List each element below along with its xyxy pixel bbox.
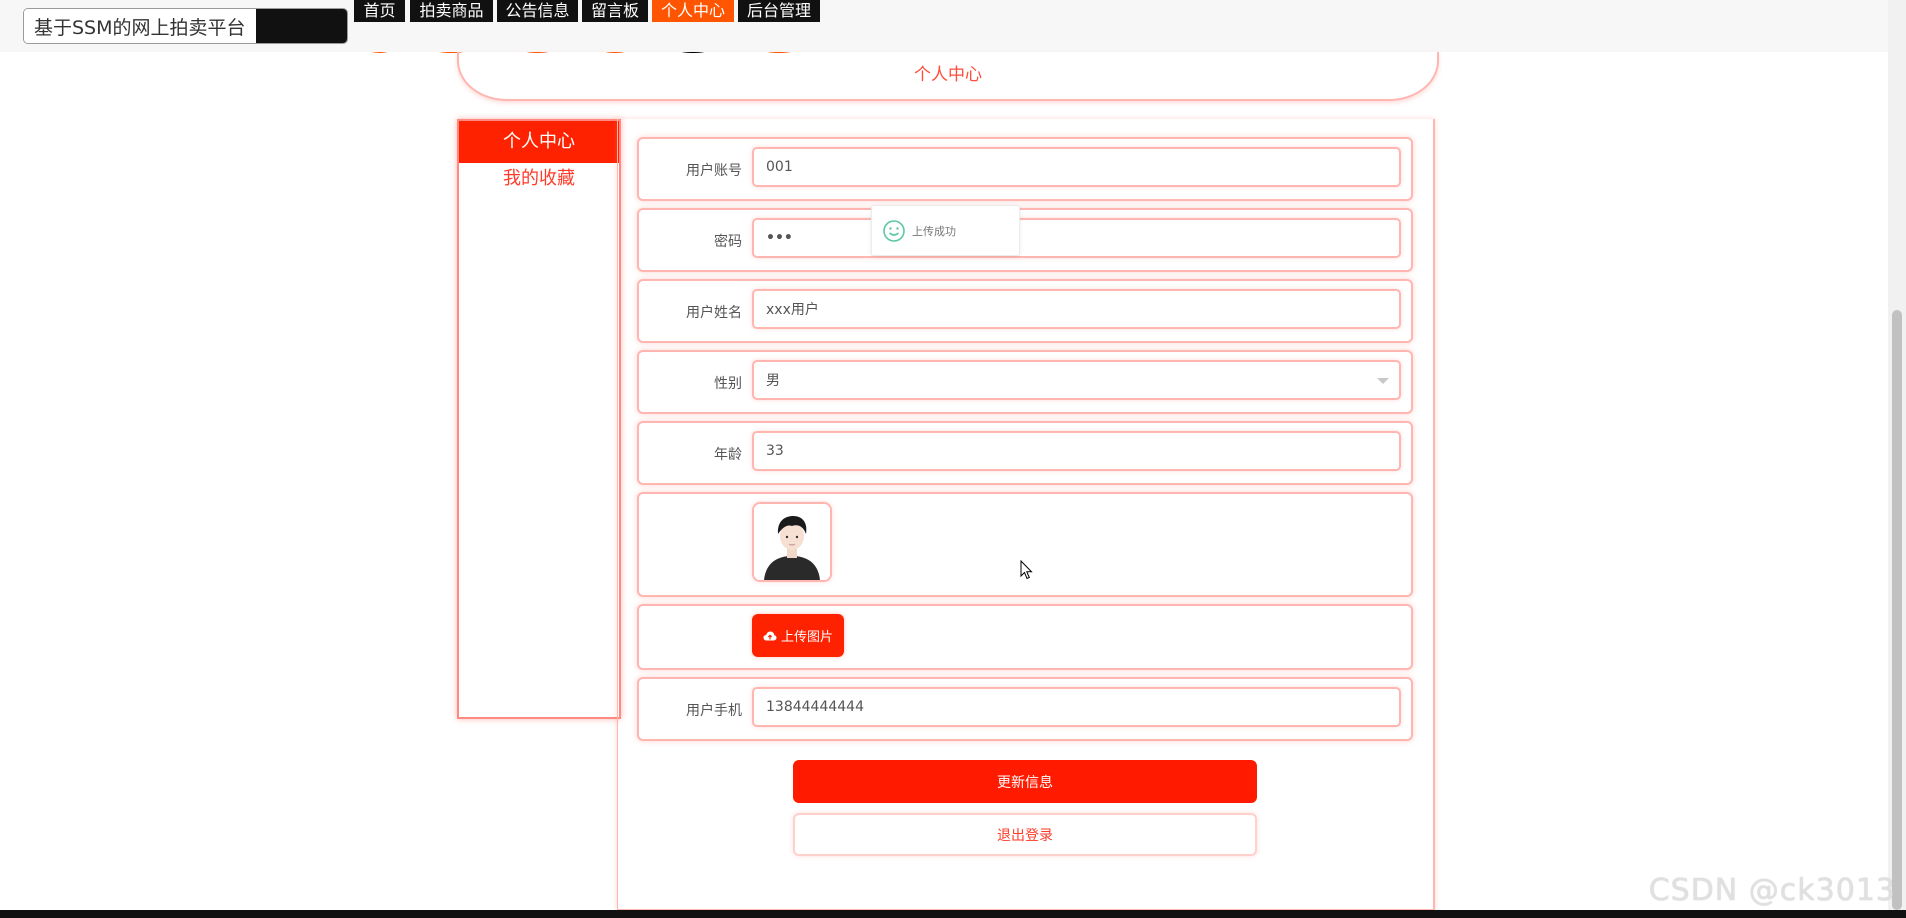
phone-input[interactable]: 13844444444 — [752, 687, 1401, 727]
sidebar-item-personal-center[interactable]: 个人中心 — [459, 121, 619, 163]
chevron-down-icon — [1377, 378, 1389, 384]
form-row-password: 密码 ••• — [637, 208, 1413, 272]
field-label: 用户姓名 — [686, 305, 742, 321]
brand-dark-block — [255, 9, 347, 43]
form-row-phone: 用户手机 13844444444 — [637, 677, 1413, 741]
page-scrollbar[interactable] — [1888, 0, 1906, 910]
smile-icon — [883, 219, 905, 242]
age-input[interactable]: 33 — [752, 431, 1401, 471]
scrollbar-thumb[interactable] — [1892, 310, 1902, 910]
name-input[interactable]: xxx用户 — [752, 289, 1401, 329]
cloud-upload-icon — [763, 631, 777, 640]
form-row-name: 用户姓名 xxx用户 — [637, 279, 1413, 343]
update-info-button[interactable]: 更新信息 — [793, 760, 1257, 803]
mouse-cursor-icon — [1020, 560, 1033, 580]
page-title: 个人中心 — [914, 65, 982, 85]
form-row-avatar — [637, 492, 1413, 597]
toast-message: 上传成功 — [912, 224, 956, 238]
page-title-banner: 个人中心 — [457, 52, 1439, 101]
password-input[interactable]: ••• — [752, 218, 1401, 258]
field-label: 年龄 — [714, 447, 742, 463]
nav-item-message-board[interactable]: 留言板 — [582, 0, 648, 53]
nav-item-admin[interactable]: 后台管理 — [738, 0, 820, 53]
field-label: 用户手机 — [686, 703, 742, 719]
nav-item-auction-goods[interactable]: 拍卖商品 — [410, 0, 493, 53]
form-row-age: 年龄 33 — [637, 421, 1413, 485]
form-row-upload: 上传图片 — [637, 604, 1413, 670]
sidebar: 个人中心 我的收藏 — [457, 119, 621, 719]
nav-item-label: 个人中心 — [652, 0, 734, 22]
bottom-edge-bar — [0, 910, 1906, 918]
watermark: CSDN @ck3013 — [1648, 873, 1896, 908]
nav-item-announcements[interactable]: 公告信息 — [497, 0, 578, 53]
form-row-gender: 性别 男 — [637, 350, 1413, 414]
avatar[interactable] — [752, 502, 832, 582]
nav-item-home[interactable]: 首页 — [354, 0, 405, 53]
logout-button[interactable]: 退出登录 — [793, 813, 1257, 856]
nav-item-label: 公告信息 — [497, 0, 578, 22]
upload-button-label: 上传图片 — [780, 630, 833, 645]
nav-item-label: 拍卖商品 — [410, 0, 493, 22]
sidebar-item-favorites[interactable]: 我的收藏 — [459, 163, 619, 199]
nav-item-personal-center[interactable]: 个人中心 — [652, 0, 734, 53]
upload-success-toast: 上传成功 — [871, 205, 1020, 256]
site-brand[interactable]: 基于SSM的网上拍卖平台 — [23, 8, 348, 44]
nav-item-label: 首页 — [354, 0, 405, 22]
field-label: 用户账号 — [686, 163, 742, 179]
avatar-image — [754, 504, 830, 580]
account-input[interactable]: 001 — [752, 147, 1401, 187]
field-label: 密码 — [714, 234, 742, 250]
nav-item-label: 留言板 — [582, 0, 648, 22]
gender-select-value: 男 — [766, 373, 780, 389]
upload-image-button[interactable]: 上传图片 — [752, 614, 844, 657]
gender-select[interactable]: 男 — [752, 360, 1401, 400]
field-label: 性别 — [714, 376, 742, 392]
nav-item-label: 后台管理 — [738, 0, 820, 22]
site-title: 基于SSM的网上拍卖平台 — [24, 9, 256, 43]
form-row-account: 用户账号 001 — [637, 137, 1413, 201]
